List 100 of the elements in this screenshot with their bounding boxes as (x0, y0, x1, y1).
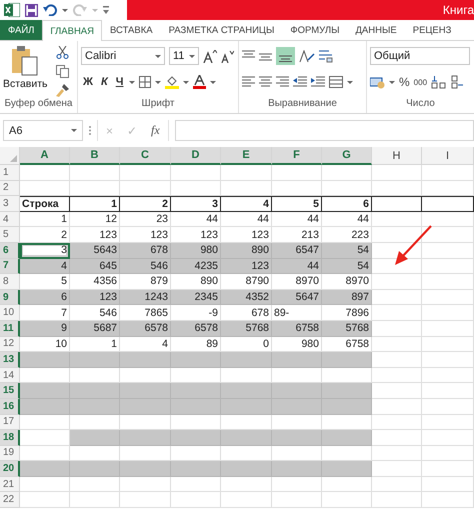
row-header[interactable]: 20 (0, 461, 20, 477)
table-cell: 4235 (171, 258, 221, 274)
align-right-icon[interactable] (276, 76, 289, 88)
font-name-field[interactable]: Calibri (81, 47, 165, 65)
row-header[interactable]: 9 (0, 290, 20, 306)
name-box[interactable]: A6 (3, 120, 83, 141)
font-color-icon[interactable] (193, 75, 206, 89)
row-header[interactable]: 21 (0, 476, 20, 492)
caret-icon[interactable] (189, 54, 195, 58)
annotation-arrow (394, 224, 434, 266)
caret-icon[interactable] (62, 8, 68, 12)
align-left-icon[interactable] (242, 76, 255, 88)
ribbon-tab[interactable]: ФОРМУЛЫ (282, 20, 348, 40)
row-header[interactable]: 7 (0, 258, 20, 274)
insert-function-button[interactable]: fx (151, 123, 160, 138)
row-header[interactable]: 3 (0, 196, 20, 212)
caret-icon[interactable] (129, 80, 136, 84)
group-label: Число (405, 98, 436, 111)
table-cell: 2 (120, 196, 171, 212)
row-header[interactable]: 11 (0, 320, 20, 337)
shrink-font-icon[interactable] (221, 50, 234, 62)
table-cell: 3 (171, 196, 221, 212)
row-header[interactable]: 15 (0, 383, 20, 399)
decrease-indent-icon[interactable] (293, 76, 307, 88)
table-cell: 54 (322, 258, 372, 274)
row-header[interactable]: 1 (0, 165, 20, 181)
increase-decimal-icon[interactable] (431, 75, 448, 89)
row-header[interactable]: 17 (0, 414, 20, 430)
column-header[interactable]: D (171, 147, 221, 165)
table-cell: 6758 (272, 320, 322, 337)
caret-icon[interactable] (155, 80, 162, 84)
brush-icon[interactable] (56, 84, 69, 97)
row-header[interactable]: 12 (0, 336, 20, 352)
column-header[interactable]: A (20, 147, 70, 165)
ribbon-tab[interactable]: ВСТАВКА (102, 20, 161, 40)
text-orientation-icon[interactable] (299, 50, 315, 62)
caret-icon[interactable] (183, 80, 190, 84)
row-header[interactable]: 4 (0, 212, 20, 228)
table-cell: 5768 (322, 320, 372, 337)
caret-icon[interactable] (155, 54, 161, 58)
decrease-decimal-icon[interactable] (451, 75, 464, 89)
row-header[interactable]: 22 (0, 492, 20, 508)
align-center-icon[interactable] (259, 76, 272, 88)
row-header[interactable]: 14 (0, 368, 20, 384)
row-header[interactable]: 6 (0, 242, 20, 259)
percent-button[interactable]: % (399, 75, 410, 89)
row-header[interactable]: 18 (0, 430, 20, 446)
thousands-button[interactable]: 000 (414, 78, 428, 86)
ribbon-tab[interactable]: РАЗМЕТКА СТРАНИЦЫ (160, 20, 282, 40)
ribbon-tab[interactable]: РЕЦЕНЗ (404, 20, 460, 40)
align-bottom-button[interactable] (276, 47, 295, 65)
italic-button[interactable]: К (98, 76, 110, 88)
table-cell: 44 (221, 212, 272, 228)
caret-icon[interactable] (71, 129, 77, 132)
customize-icon[interactable] (103, 6, 109, 14)
scissors-icon[interactable] (56, 46, 69, 59)
row-header[interactable]: 19 (0, 446, 20, 462)
merge-cells-icon[interactable] (329, 76, 343, 88)
caret-icon[interactable] (347, 80, 353, 84)
table-cell: 123 (70, 290, 120, 306)
save-icon[interactable] (25, 4, 38, 16)
caret-icon[interactable] (389, 80, 395, 84)
grow-font-icon[interactable] (203, 50, 217, 62)
number-format-field[interactable]: Общий (370, 47, 470, 65)
group-label: Шрифт (140, 98, 176, 111)
row-header[interactable]: 16 (0, 398, 20, 414)
wrap-text-icon[interactable] (319, 50, 333, 62)
row-header[interactable]: 13 (0, 352, 20, 368)
caret-icon[interactable] (210, 80, 216, 84)
column-header[interactable]: B (70, 147, 120, 165)
table-cell: 23 (120, 212, 171, 228)
paste-button[interactable]: Вставить (3, 44, 48, 98)
currency-icon[interactable] (370, 76, 385, 88)
row-header[interactable]: 10 (0, 305, 20, 321)
borders-icon[interactable] (139, 76, 152, 88)
bold-button[interactable]: Ж (81, 76, 95, 88)
column-header[interactable]: G (322, 147, 372, 165)
undo-icon[interactable] (43, 4, 57, 16)
row-header[interactable]: 5 (0, 227, 20, 243)
table-cell: 6547 (272, 242, 322, 259)
fill-color-icon[interactable] (165, 75, 180, 89)
table-cell: 6578 (171, 320, 221, 337)
ribbon-tab[interactable]: ДАННЫЕ (347, 20, 405, 40)
column-header[interactable]: C (120, 147, 171, 165)
increase-indent-icon[interactable] (311, 76, 325, 88)
formula-input[interactable] (174, 120, 474, 141)
column-header[interactable]: I (422, 147, 474, 165)
copy-icon[interactable] (56, 65, 69, 78)
column-header[interactable]: F (272, 147, 322, 165)
table-cell: 3 (20, 242, 70, 259)
underline-button[interactable]: Ч (114, 76, 126, 88)
font-size-field[interactable]: 11 (169, 47, 199, 65)
table-cell: 44 (272, 212, 322, 228)
ribbon-tab[interactable]: ГЛАВНАЯ (42, 20, 102, 41)
file-tab[interactable]: ФАЙЛ (0, 20, 42, 40)
table-cell: 678 (120, 242, 171, 259)
column-header[interactable]: E (221, 147, 272, 165)
row-header[interactable]: 8 (0, 274, 20, 290)
column-header[interactable]: H (372, 147, 422, 165)
row-header[interactable]: 2 (0, 180, 20, 196)
